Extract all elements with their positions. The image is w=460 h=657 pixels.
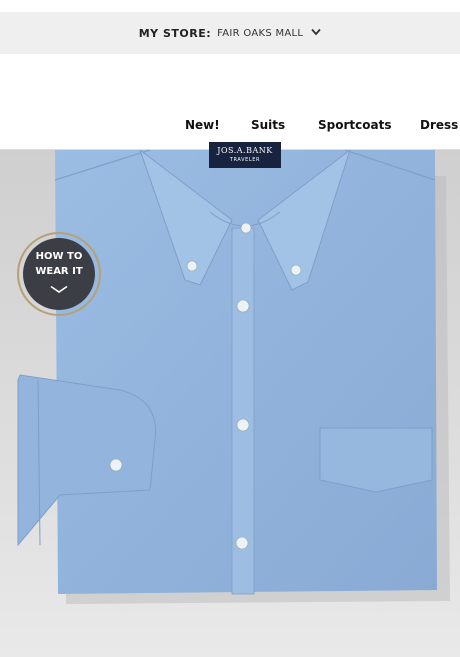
brand-label: JOS.A.BANK TRAVELER xyxy=(209,142,281,168)
product-hero-image xyxy=(0,150,460,657)
brand-subline: TRAVELER xyxy=(229,157,261,163)
store-label: MY STORE: xyxy=(138,26,212,40)
store-selector[interactable]: MY STORE: FAIR OAKS MALL xyxy=(0,12,460,54)
main-nav: New! Suits Sportcoats Dress S xyxy=(0,118,460,142)
how-to-line2: WEAR IT xyxy=(35,266,83,277)
chevron-down-icon[interactable] xyxy=(311,27,321,39)
nav-item-new[interactable]: New! xyxy=(185,118,220,132)
chevron-down-icon xyxy=(49,281,69,299)
store-name[interactable]: FAIR OAKS MALL xyxy=(217,28,303,39)
shirt-illustration xyxy=(17,150,450,604)
brand-name: JOS.A.BANK xyxy=(217,146,273,155)
nav-item-dress-shirts[interactable]: Dress S xyxy=(420,118,460,132)
how-to-line1: HOW TO xyxy=(35,251,83,262)
nav-item-sportcoats[interactable]: Sportcoats xyxy=(318,118,391,132)
how-to-wear-button[interactable]: HOW TO WEAR IT xyxy=(17,232,101,316)
nav-item-suits[interactable]: Suits xyxy=(251,118,285,132)
